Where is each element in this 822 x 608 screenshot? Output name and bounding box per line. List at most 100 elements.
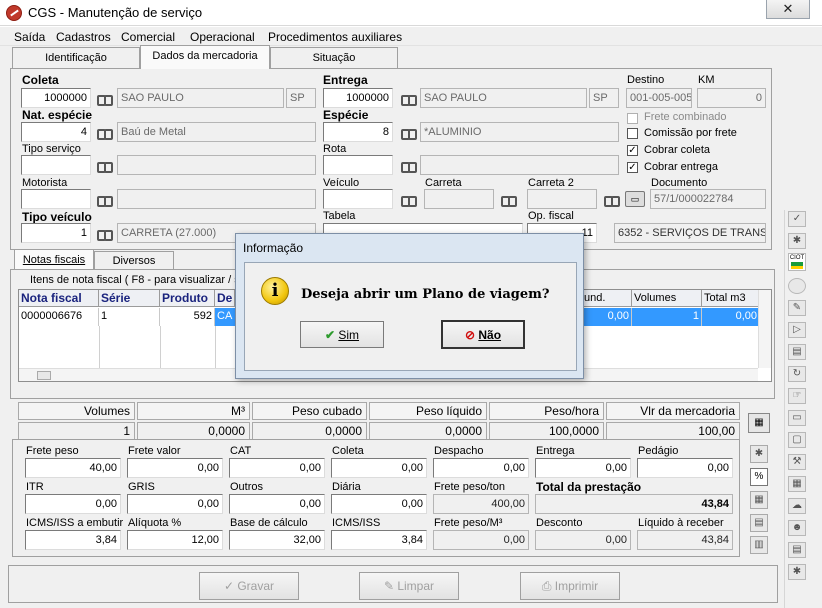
calculator-icon[interactable]: ▦ — [748, 413, 770, 433]
side-pages-icon[interactable]: ▤ — [788, 344, 806, 360]
itr-input[interactable]: 0,00 — [25, 494, 121, 514]
frete-valor-input[interactable]: 0,00 — [127, 458, 223, 478]
despacho-input[interactable]: 0,00 — [433, 458, 529, 478]
frete-peso-input[interactable]: 40,00 — [25, 458, 121, 478]
side-grid-icon[interactable]: ▦ — [788, 476, 806, 492]
tab-diversos[interactable]: Diversos — [94, 251, 174, 270]
menu-comercial[interactable]: Comercial — [121, 30, 175, 44]
cobrar-entrega-checkbox[interactable]: ✓ — [627, 162, 638, 173]
side-ciot-icon[interactable]: CIOT — [788, 253, 806, 271]
aliquota-input[interactable]: 12,00 — [127, 530, 223, 550]
side-folder-icon[interactable]: ▢ — [788, 432, 806, 448]
cell-produto[interactable]: 592 — [160, 308, 215, 326]
cat-input[interactable]: 0,00 — [229, 458, 325, 478]
icms-embutir-input[interactable]: 3,84 — [25, 530, 121, 550]
col-total-m3[interactable]: Total m3 — [702, 290, 760, 307]
side-gear2-icon[interactable]: ✱ — [788, 564, 806, 580]
menu-operacional[interactable]: Operacional — [190, 30, 255, 44]
motorista-code-input[interactable] — [21, 189, 91, 209]
limpar-button[interactable]: ✎ Limpar — [359, 572, 459, 600]
nat-especie-search-icon[interactable] — [93, 122, 115, 142]
side-refresh-icon[interactable]: ↻ — [788, 366, 806, 382]
menu-procedimentos-auxiliares[interactable]: Procedimentos auxiliares — [268, 30, 402, 44]
rota-code-input[interactable] — [323, 155, 393, 175]
side-doc-icon[interactable]: ▤ — [788, 542, 806, 558]
imprimir-button[interactable]: ⎙ Imprimir — [520, 572, 620, 600]
rota-search-icon[interactable] — [397, 155, 419, 175]
cell-nota-fiscal[interactable]: 0000006676 — [19, 308, 99, 326]
veiculo-input[interactable] — [323, 189, 393, 209]
col-descricao[interactable]: De — [215, 290, 235, 307]
cobrar-coleta-checkbox[interactable]: ✓ — [627, 145, 638, 156]
fin-entrega-input[interactable]: 0,00 — [535, 458, 631, 478]
menu-saida[interactable]: Saída — [14, 30, 45, 44]
especie-search-icon[interactable] — [397, 122, 419, 142]
col-produto[interactable]: Produto — [160, 290, 215, 307]
tab-situacao[interactable]: Situação — [270, 47, 398, 68]
side-check-icon[interactable]: ✓ — [788, 211, 806, 227]
comissao-frete-checkbox[interactable] — [627, 128, 638, 139]
side-settings-icon[interactable]: ✱ — [788, 233, 806, 249]
tab-notas-fiscais[interactable]: Notas fiscais — [14, 249, 94, 270]
side-hand-icon[interactable]: ☞ — [788, 388, 806, 404]
gear-icon[interactable]: ✱ — [750, 445, 768, 463]
tipo-servico-desc-field — [117, 155, 316, 175]
menu-cadastros[interactable]: Cadastros — [56, 30, 111, 44]
col-und[interactable]: und. — [582, 290, 632, 307]
especie-code-input[interactable]: 8 — [323, 122, 393, 142]
grid-vertical-scrollbar[interactable] — [758, 290, 771, 368]
diaria-input[interactable]: 0,00 — [331, 494, 427, 514]
outros-input[interactable]: 0,00 — [229, 494, 325, 514]
document-icon[interactable]: ▤ — [750, 514, 768, 532]
carreta2-label: Carreta 2 — [528, 177, 574, 189]
nat-especie-code-input[interactable]: 4 — [21, 122, 91, 142]
cell-total-m3[interactable]: 0,00 — [702, 308, 760, 326]
tab-dados-mercadoria[interactable]: Dados da mercadoria — [140, 45, 270, 69]
imprimir-label: Imprimir — [554, 579, 599, 593]
list-icon[interactable]: ▥ — [750, 536, 768, 554]
carreta2-search-icon[interactable] — [600, 189, 622, 209]
nao-button[interactable]: ⊘ Não — [441, 320, 525, 349]
entrega-code-input[interactable]: 1000000 — [323, 88, 393, 108]
side-edit-icon[interactable]: ✎ — [788, 300, 806, 316]
window-close-button[interactable]: ✕ — [766, 0, 810, 19]
gravar-button[interactable]: ✓ Gravar — [199, 572, 299, 600]
tipo-veiculo-search-icon[interactable] — [93, 223, 115, 243]
entrega-search-icon[interactable] — [397, 88, 419, 108]
cell-und[interactable]: 0,00 — [582, 308, 632, 326]
side-people-icon[interactable]: ☻ — [788, 520, 806, 536]
gris-input[interactable]: 0,00 — [127, 494, 223, 514]
summary-m3-value: 0,0000 — [137, 422, 250, 440]
icms-iss-input[interactable]: 3,84 — [331, 530, 427, 550]
side-tools-icon[interactable]: ⚒ — [788, 454, 806, 470]
summary-vlr-mercadoria-header: Vlr da mercadoria — [606, 402, 740, 420]
fin-coleta-input[interactable]: 0,00 — [331, 458, 427, 478]
cell-serie[interactable]: 1 — [99, 308, 160, 326]
tipo-veiculo-code-input[interactable]: 1 — [21, 223, 91, 243]
side-truck-icon[interactable]: ▭ — [788, 410, 806, 426]
tipo-servico-code-input[interactable] — [21, 155, 91, 175]
col-volumes[interactable]: Volumes — [632, 290, 702, 307]
sim-button[interactable]: ✔ Sim — [300, 321, 384, 348]
tab-identificacao[interactable]: Identificação — [12, 47, 140, 68]
coleta-search-icon[interactable] — [93, 88, 115, 108]
col-serie[interactable]: Série — [99, 290, 160, 307]
frete-combinado-checkbox[interactable] — [627, 113, 638, 124]
percent-icon[interactable]: % — [750, 468, 768, 486]
tipo-servico-search-icon[interactable] — [93, 155, 115, 175]
cell-volumes[interactable]: 1 — [632, 308, 702, 326]
horizontal-scroll-thumb[interactable] — [37, 371, 51, 380]
motorista-search-icon[interactable] — [93, 189, 115, 209]
side-forward-icon[interactable]: ▷ — [788, 322, 806, 338]
veiculo-search-icon[interactable] — [397, 189, 419, 209]
side-circle-icon[interactable] — [788, 278, 806, 294]
col-nota-fiscal[interactable]: Nota fiscal — [19, 290, 99, 307]
truck-icon[interactable]: ▭ — [625, 191, 645, 207]
base-calculo-input[interactable]: 32,00 — [229, 530, 325, 550]
carreta-search-icon[interactable] — [497, 189, 519, 209]
side-cloud-icon[interactable]: ☁ — [788, 498, 806, 514]
pedagio-input[interactable]: 0,00 — [637, 458, 733, 478]
coleta-code-input[interactable]: 1000000 — [21, 88, 91, 108]
desconto-label: Desconto — [536, 517, 583, 529]
calc-icon[interactable]: ▦ — [750, 491, 768, 509]
